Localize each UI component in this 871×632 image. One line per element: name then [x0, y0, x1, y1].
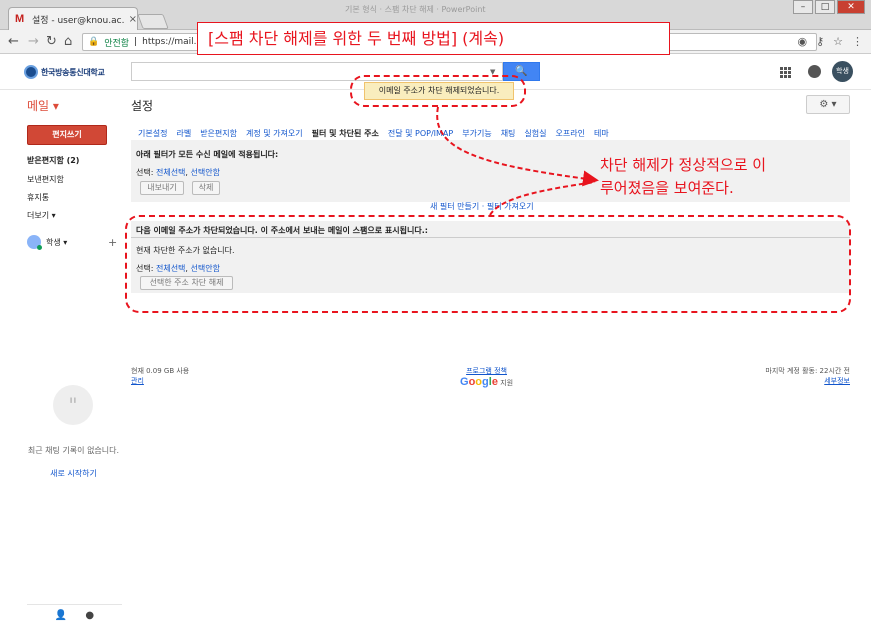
tab-forwarding[interactable]: 전달 및 POP/IMAP — [388, 128, 453, 139]
sidebar-bottom-bar: 👤 ● — [27, 604, 122, 626]
chat-user[interactable]: 학생 ▾ — [27, 235, 68, 250]
footer-center: 프로그램 정책 Google 지원 — [460, 366, 513, 388]
chat-start-link[interactable]: 새로 시작하기 — [27, 468, 120, 479]
secure-label: 안전함 — [104, 38, 130, 49]
export-button[interactable]: 내보내기 — [140, 181, 184, 195]
reload-icon[interactable]: ↻ — [46, 34, 57, 49]
sidebar-item-more[interactable]: 더보기 ▾ — [27, 210, 56, 221]
tab-labels[interactable]: 라벨 — [176, 128, 191, 139]
details-link[interactable]: 세부정보 — [765, 376, 850, 386]
annotation-section-highlight — [125, 215, 851, 313]
add-chat-button[interactable]: + — [108, 236, 117, 249]
delete-button[interactable]: 삭제 — [192, 181, 220, 195]
last-activity: 마지막 계정 활동: 22시간 전 — [765, 367, 850, 375]
import-filter-link[interactable]: 필터 가져오기 — [487, 202, 534, 211]
compose-button[interactable]: 편지쓰기 — [27, 125, 107, 145]
manage-link[interactable]: 관리 — [131, 376, 189, 386]
chat-empty-text: 최근 채팅 기록이 없습니다. — [27, 446, 120, 455]
tab-close-icon[interactable]: × — [129, 14, 137, 25]
settings-tabs: 기본설정 라벨 받은편지함 계정 및 가져오기 필터 및 차단된 주소 전달 및… — [138, 128, 609, 139]
url-separator: | — [134, 37, 138, 47]
window-title: 기본 형식 · 스팸 차단 해제 · PowerPoint — [345, 5, 486, 14]
powered-label: 지원 — [500, 379, 514, 387]
mail-switcher[interactable]: 메일 ▾ — [27, 97, 59, 114]
hangouts-icon[interactable]: ● — [85, 610, 94, 621]
tab-inbox[interactable]: 받은편지함 — [200, 128, 237, 139]
maximize-icon[interactable]: □ — [815, 0, 835, 14]
new-tab-button[interactable] — [137, 14, 169, 29]
filter-links: 새 필터 만들기 · 필터 가져오기 — [430, 201, 534, 212]
google-logo: Google — [460, 376, 498, 388]
apps-grid-icon[interactable] — [780, 67, 791, 78]
select-all-link[interactable]: 전체선택 — [156, 168, 185, 177]
notifications-icon[interactable] — [808, 65, 821, 78]
browser-tab[interactable]: M 설정 - user@knou.ac.kr × — [8, 7, 138, 30]
tab-themes[interactable]: 테마 — [594, 128, 609, 139]
minimize-icon[interactable]: – — [793, 0, 813, 14]
key-icon[interactable]: ⚷ — [816, 35, 824, 48]
tab-labs[interactable]: 실험실 — [524, 128, 546, 139]
menu-icon[interactable]: ⋮ — [852, 35, 863, 48]
window-controls: – □ ✕ — [793, 0, 865, 14]
settings-gear-button[interactable]: ⚙ ▾ — [806, 95, 850, 114]
terms-link[interactable]: 프로그램 정책 — [460, 366, 513, 376]
annotation-note-line2: 루어졌음을 보여준다. — [600, 179, 734, 197]
tab-chat[interactable]: 채팅 — [501, 128, 516, 139]
select-label: 선택: — [136, 168, 154, 177]
lock-icon: 🔒 — [88, 37, 100, 47]
annotation-title: [스팸 차단 해제를 위한 두 번째 방법] (계속) — [197, 22, 670, 55]
tab-filters[interactable]: 필터 및 차단된 주소 — [312, 128, 379, 139]
logo-emblem-icon — [24, 65, 38, 79]
filters-select-line: 선택: 전체선택, 선택안함 — [136, 168, 220, 177]
gmail-favicon-icon: M — [15, 12, 25, 25]
page-title: 설정 — [131, 99, 154, 113]
eye-icon[interactable]: ◉ — [797, 35, 807, 48]
tab-offline[interactable]: 오프라인 — [556, 128, 585, 139]
tab-accounts[interactable]: 계정 및 가져오기 — [246, 128, 303, 139]
tab-addons[interactable]: 부가기능 — [462, 128, 491, 139]
chat-user-label: 학생 ▾ — [46, 237, 68, 247]
tab-general[interactable]: 기본설정 — [138, 128, 167, 139]
annotation-note-line1: 차단 해제가 정상적으로 이 — [600, 156, 767, 174]
forward-icon[interactable]: → — [28, 34, 39, 49]
avatar[interactable]: 학생 — [832, 61, 853, 82]
user-avatar-icon — [27, 235, 42, 250]
filter-link-separator: · — [479, 202, 487, 211]
sidebar-item-inbox[interactable]: 받은편지함 (2) — [27, 155, 79, 166]
annotation-note: 차단 해제가 정상적으로 이 루어졌음을 보여준다. — [600, 154, 836, 200]
annotation-banner-highlight — [350, 75, 526, 107]
university-logo[interactable]: 한국방송통신대학교 — [24, 65, 105, 79]
contacts-icon[interactable]: 👤 — [55, 610, 67, 621]
home-icon[interactable]: ⌂ — [64, 34, 72, 49]
new-filter-link[interactable]: 새 필터 만들기 — [430, 202, 479, 211]
footer-storage: 현재 0.09 GB 사용 관리 — [131, 366, 189, 386]
star-icon[interactable]: ☆ — [833, 35, 843, 48]
sidebar-item-sent[interactable]: 보낸편지함 — [27, 174, 64, 185]
filters-heading: 아래 필터가 모든 수신 메일에 적용됩니다: — [136, 150, 279, 159]
tab-title: 설정 - user@knou.ac.kr — [31, 15, 124, 26]
footer-activity: 마지막 계정 활동: 22시간 전 세부정보 — [765, 366, 850, 386]
close-window-icon[interactable]: ✕ — [837, 0, 865, 14]
sidebar-item-trash[interactable]: 휴지통 — [27, 192, 49, 203]
chat-quote-icon: " — [53, 385, 93, 425]
storage-usage: 현재 0.09 GB 사용 — [131, 367, 190, 375]
select-none-link[interactable]: 선택안함 — [191, 168, 220, 177]
back-icon[interactable]: ← — [8, 34, 19, 49]
